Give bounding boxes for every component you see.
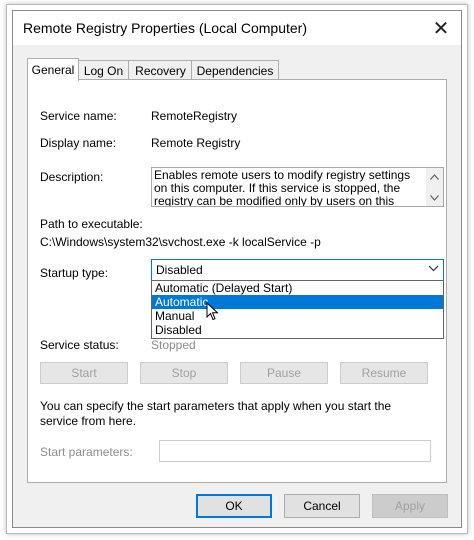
pause-button[interactable]: Pause bbox=[240, 362, 328, 384]
startup-option-manual[interactable]: Manual bbox=[152, 309, 443, 323]
general-tab-panel: Service name: RemoteRegistry Display nam… bbox=[27, 79, 447, 483]
scroll-up-icon[interactable] bbox=[426, 168, 443, 185]
path-value: C:\Windows\system32\svchost.exe -k local… bbox=[40, 235, 321, 249]
startup-option-automatic-delayed[interactable]: Automatic (Delayed Start) bbox=[152, 281, 443, 295]
startup-option-disabled[interactable]: Disabled bbox=[152, 323, 443, 337]
start-params-label: Start parameters: bbox=[40, 445, 133, 459]
tab-log-on[interactable]: Log On bbox=[77, 60, 130, 80]
properties-dialog: Remote Registry Properties (Local Comput… bbox=[12, 10, 462, 528]
window-title: Remote Registry Properties (Local Comput… bbox=[23, 20, 307, 36]
service-name-value: RemoteRegistry bbox=[151, 109, 238, 123]
ok-button[interactable]: OK bbox=[196, 494, 272, 518]
display-name-label: Display name: bbox=[40, 136, 117, 150]
cancel-button[interactable]: Cancel bbox=[284, 494, 360, 518]
path-label: Path to executable: bbox=[40, 217, 143, 231]
resume-button[interactable]: Resume bbox=[340, 362, 428, 384]
tab-recovery[interactable]: Recovery bbox=[128, 60, 193, 80]
startup-type-select[interactable]: Disabled bbox=[151, 259, 444, 281]
mouse-pointer-icon bbox=[206, 301, 220, 322]
close-icon: ✕ bbox=[432, 17, 450, 40]
scroll-down-icon[interactable] bbox=[426, 189, 443, 206]
startup-type-label: Startup type: bbox=[40, 266, 109, 280]
description-box[interactable]: Enables remote users to modify registry … bbox=[151, 167, 444, 207]
service-status-value: Stopped bbox=[151, 338, 196, 352]
service-status-label: Service status: bbox=[40, 338, 119, 352]
stop-button[interactable]: Stop bbox=[140, 362, 228, 384]
tab-dependencies[interactable]: Dependencies bbox=[191, 60, 279, 80]
apply-button[interactable]: Apply bbox=[372, 494, 448, 518]
start-params-note: You can specify the start parameters tha… bbox=[40, 399, 392, 428]
description-scrollbar[interactable] bbox=[426, 168, 443, 206]
startup-type-dropdown: Automatic (Delayed Start) Automatic Manu… bbox=[151, 280, 444, 339]
title-bar: Remote Registry Properties (Local Comput… bbox=[13, 11, 461, 45]
startup-option-automatic[interactable]: Automatic bbox=[152, 295, 443, 309]
tab-general[interactable]: General bbox=[27, 58, 79, 81]
service-name-label: Service name: bbox=[40, 109, 117, 123]
close-button[interactable]: ✕ bbox=[421, 11, 461, 45]
startup-type-value: Disabled bbox=[156, 263, 203, 277]
description-text: Enables remote users to modify registry … bbox=[154, 168, 411, 207]
start-button[interactable]: Start bbox=[40, 362, 128, 384]
description-label: Description: bbox=[40, 170, 104, 184]
display-name-value: Remote Registry bbox=[151, 136, 241, 150]
start-params-input[interactable] bbox=[159, 440, 431, 462]
chevron-down-icon bbox=[428, 261, 439, 278]
